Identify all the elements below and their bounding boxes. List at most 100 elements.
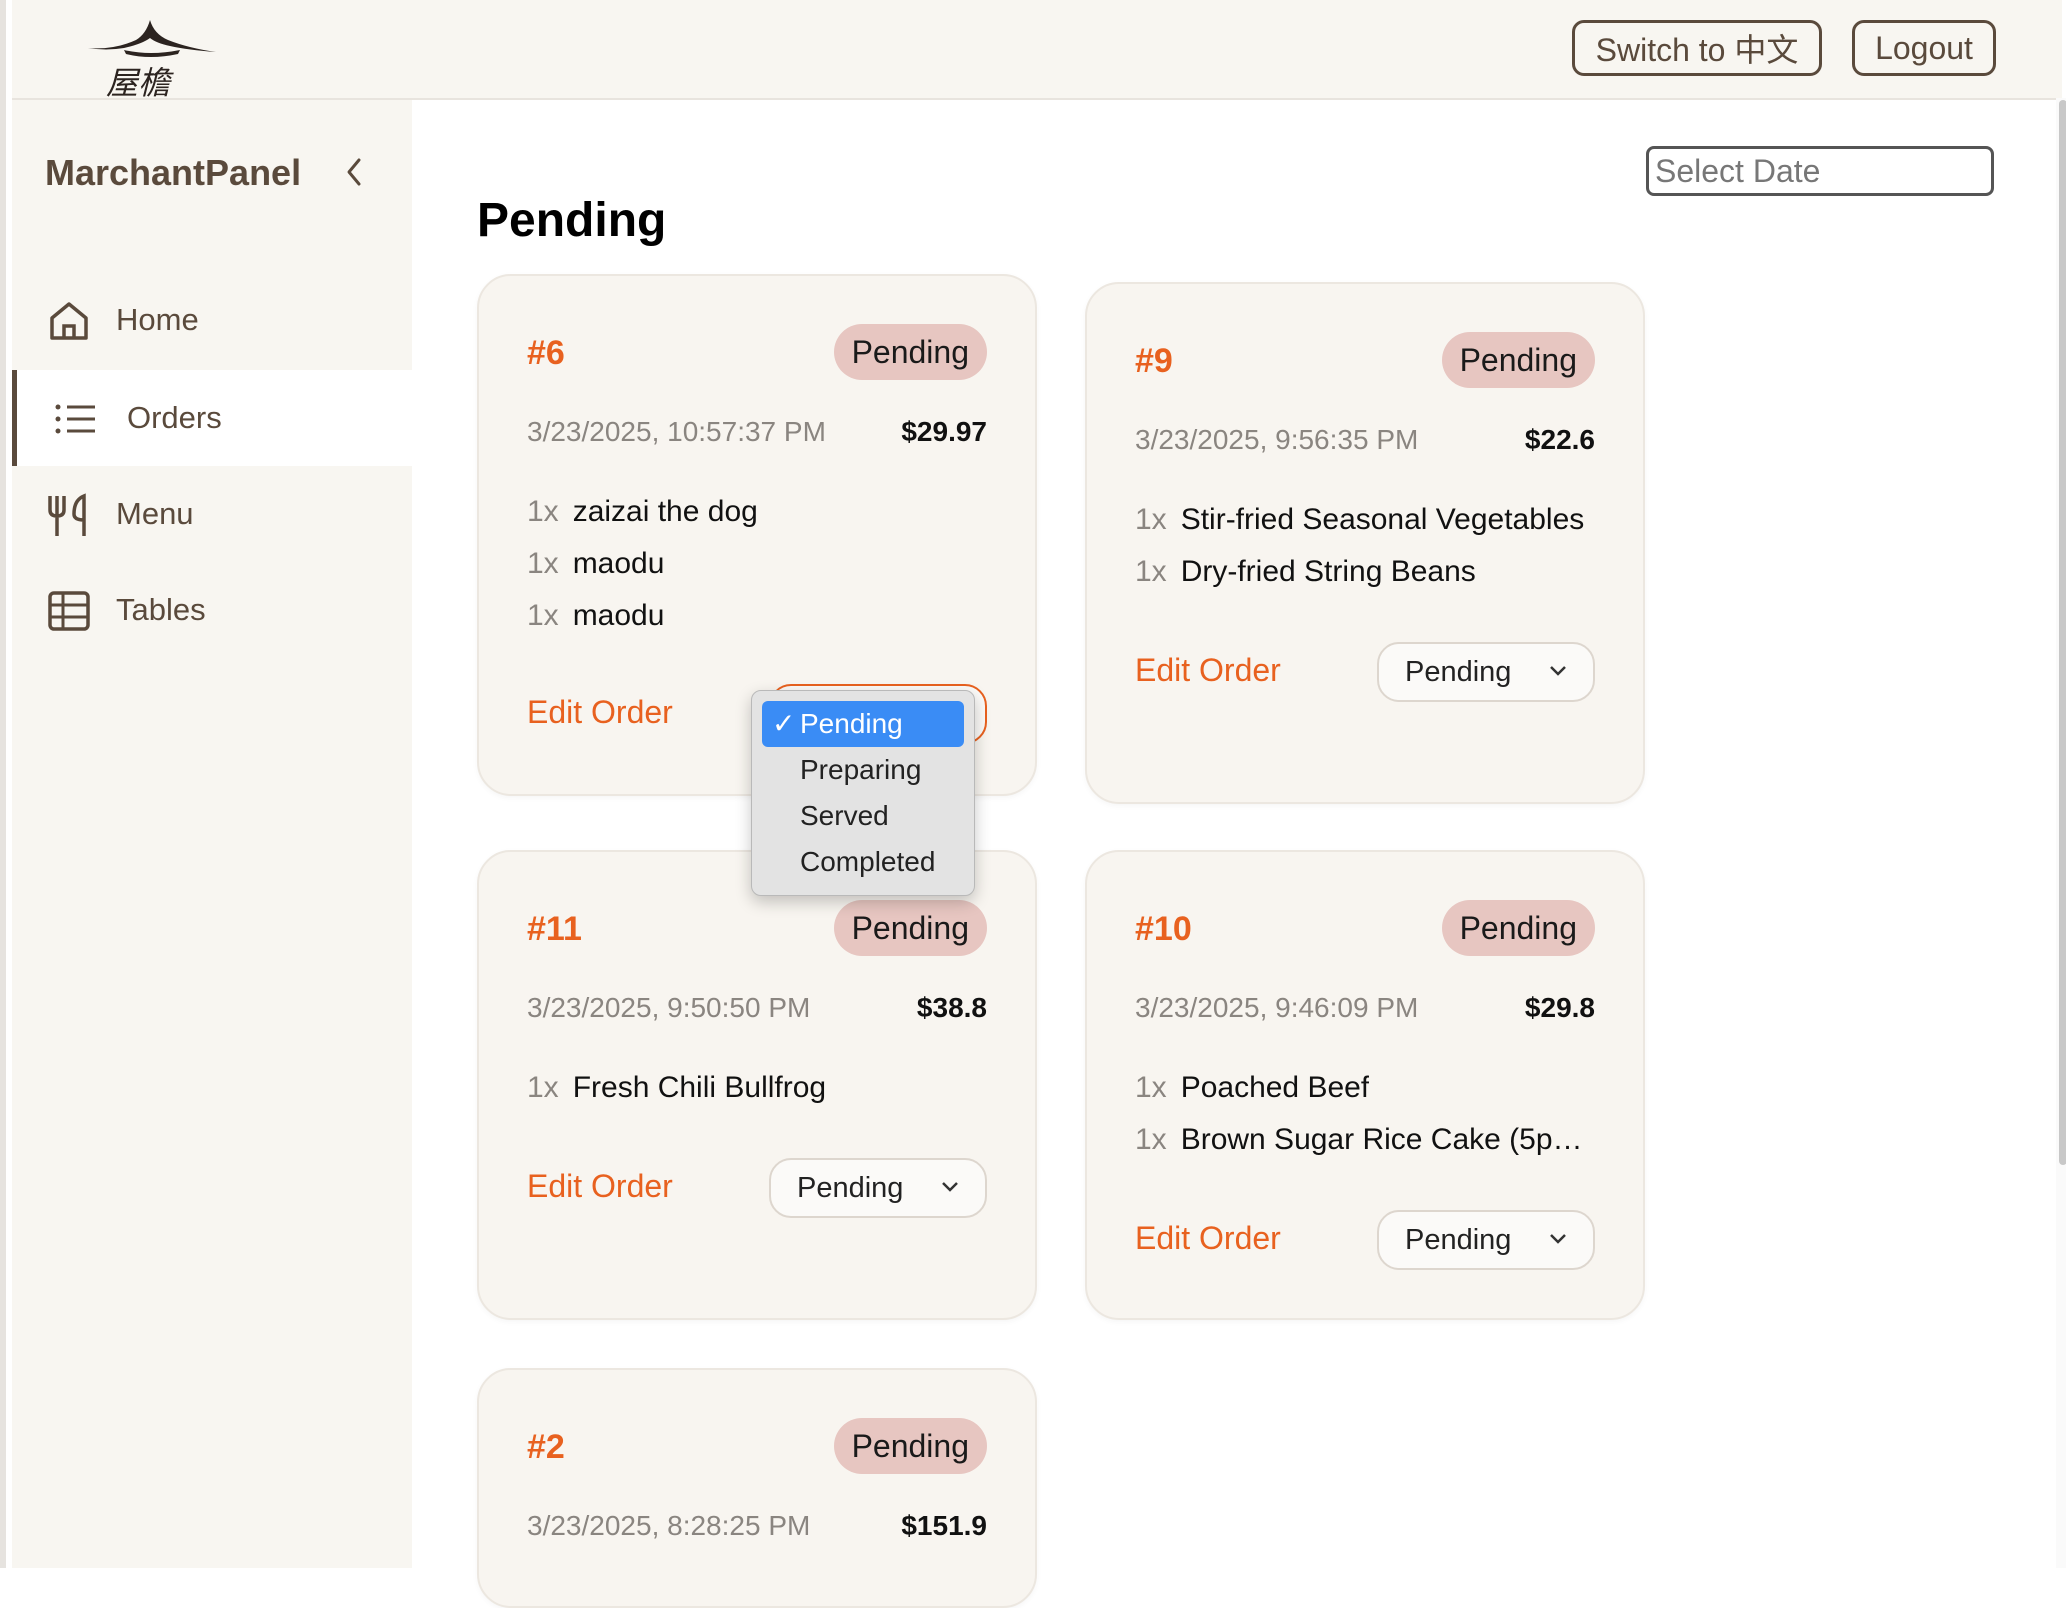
list-item: 1x Poached Beef: [1135, 1062, 1583, 1114]
chevron-down-icon: [1550, 1234, 1566, 1244]
sidebar-item-orders[interactable]: Orders: [12, 370, 412, 466]
edit-order-link[interactable]: Edit Order: [527, 1168, 673, 1205]
chevron-down-icon: [1550, 666, 1566, 676]
order-id: #2: [527, 1428, 565, 1466]
svg-text:屋檐: 屋檐: [106, 64, 174, 100]
status-select[interactable]: Pending: [769, 1158, 987, 1218]
top-header: 屋檐 Switch to 中文 Logout: [12, 0, 2062, 102]
order-id: #11: [527, 910, 582, 948]
order-datetime: 3/23/2025, 10:57:37 PM: [527, 416, 826, 447]
sidebar-item-home[interactable]: Home: [12, 272, 412, 368]
collapse-sidebar-button[interactable]: [337, 152, 373, 192]
order-id: #10: [1135, 910, 1192, 948]
main-content: Pending #6 Pending 3/23/2025, 10:57:37 P…: [412, 100, 2062, 1608]
restaurant-logo: 屋檐: [84, 10, 224, 102]
logout-button[interactable]: Logout: [1852, 20, 1996, 76]
item-qty: 1x: [1135, 555, 1167, 588]
option-label: Completed: [800, 846, 936, 877]
order-card: #11 Pending 3/23/2025, 9:50:50 PM $38.8 …: [477, 850, 1037, 1320]
list-icon: [53, 396, 99, 442]
order-id: #6: [527, 334, 565, 372]
status-dropdown-menu: ✓ Pending Preparing Served Completed: [751, 690, 975, 896]
status-select-value: Pending: [797, 1171, 904, 1204]
order-datetime: 3/23/2025, 9:56:35 PM: [1135, 424, 1419, 455]
date-picker-input[interactable]: [1646, 146, 1994, 196]
order-id: #9: [1135, 342, 1173, 380]
order-items: 1x Stir-fried Seasonal Vegetables 1x Dry-f…: [1135, 494, 1584, 598]
order-items: 1x zaizai the dog 1x maodu 1x maodu: [527, 486, 758, 642]
order-datetime: 3/23/2025, 8:28:25 PM: [527, 1510, 811, 1541]
list-item: 1x Stir-fried Seasonal Vegetables: [1135, 494, 1584, 546]
brand-title: MarchantPanel: [45, 152, 302, 193]
app-frame: 屋檐 Switch to 中文 Logout MarchantPanel Hom…: [0, 0, 2066, 1608]
dropdown-option-served[interactable]: Served: [762, 793, 964, 839]
item-qty: 1x: [527, 547, 559, 580]
sidebar: MarchantPanel Home Orders Menu Tables: [12, 100, 412, 1568]
status-select[interactable]: Pending: [1377, 1210, 1595, 1270]
sidebar-item-menu[interactable]: Menu: [12, 466, 412, 562]
table-icon: [46, 588, 92, 634]
sidebar-item-label: Home: [116, 302, 199, 337]
option-label: Pending: [800, 708, 903, 739]
status-badge: Pending: [833, 900, 987, 956]
edit-order-link[interactable]: Edit Order: [527, 694, 673, 731]
item-qty: 1x: [527, 599, 559, 632]
list-item: 1x maodu: [527, 538, 758, 590]
item-name: Brown Sugar Rice Cake (5p…: [1180, 1123, 1583, 1156]
page-title: Pending: [477, 194, 667, 247]
option-label: Preparing: [800, 754, 922, 785]
item-qty: 1x: [1135, 503, 1167, 536]
list-item: 1x zaizai the dog: [527, 486, 758, 538]
list-item: 1x Brown Sugar Rice Cake (5p…: [1135, 1114, 1583, 1166]
status-badge: Pending: [833, 1418, 987, 1474]
order-datetime: 3/23/2025, 9:46:09 PM: [1135, 992, 1419, 1023]
page-scrollbar[interactable]: [2056, 98, 2066, 1568]
item-name: maodu: [572, 599, 665, 632]
chevron-left-icon: [347, 158, 361, 186]
order-total: $29.97: [901, 416, 987, 447]
order-total: $38.8: [916, 992, 987, 1023]
sidebar-item-label: Tables: [116, 592, 206, 627]
item-qty: 1x: [527, 1071, 559, 1104]
sidebar-item-label: Menu: [116, 496, 194, 531]
edit-order-link[interactable]: Edit Order: [1135, 1220, 1281, 1257]
status-select[interactable]: Pending: [1377, 642, 1595, 702]
item-qty: 1x: [1135, 1071, 1167, 1104]
item-name: Fresh Chili Bullfrog: [572, 1071, 827, 1104]
status-badge: Pending: [833, 324, 987, 380]
dropdown-option-preparing[interactable]: Preparing: [762, 747, 964, 793]
status-select-value: Pending: [1405, 655, 1512, 688]
edit-order-link[interactable]: Edit Order: [1135, 652, 1281, 689]
item-name: Poached Beef: [1180, 1071, 1370, 1104]
dropdown-option-pending[interactable]: ✓ Pending: [762, 701, 964, 747]
order-total: $29.8: [1524, 992, 1595, 1023]
option-label: Served: [800, 800, 889, 831]
status-badge: Pending: [1441, 900, 1595, 956]
order-total: $22.6: [1524, 424, 1595, 455]
order-total: $151.9: [901, 1510, 987, 1541]
home-icon: [46, 298, 92, 344]
switch-language-button[interactable]: Switch to 中文: [1572, 20, 1822, 76]
item-name: maodu: [572, 547, 665, 580]
order-card: #10 Pending 3/23/2025, 9:46:09 PM $29.8 …: [1085, 850, 1645, 1320]
status-badge: Pending: [1441, 332, 1595, 388]
list-item: 1x maodu: [527, 590, 758, 642]
list-item: 1x Dry-fried String Beans: [1135, 546, 1584, 598]
order-datetime: 3/23/2025, 9:50:50 PM: [527, 992, 811, 1023]
chevron-down-icon: [942, 1182, 958, 1192]
item-qty: 1x: [527, 495, 559, 528]
item-qty: 1x: [1135, 1123, 1167, 1156]
list-item: 1x Fresh Chili Bullfrog: [527, 1062, 826, 1114]
item-name: zaizai the dog: [572, 495, 758, 528]
order-card: #9 Pending 3/23/2025, 9:56:35 PM $22.6 1…: [1085, 282, 1645, 804]
item-name: Dry-fried String Beans: [1180, 555, 1476, 588]
order-items: 1x Poached Beef 1x Brown Sugar Rice Cake (…: [1135, 1062, 1583, 1166]
status-select-value: Pending: [1405, 1223, 1512, 1256]
utensils-icon: [46, 492, 92, 538]
order-items: 1x Fresh Chili Bullfrog: [527, 1062, 826, 1114]
checkmark-icon: ✓: [772, 708, 796, 739]
order-card: #2 Pending 3/23/2025, 8:28:25 PM $151.9: [477, 1368, 1037, 1608]
dropdown-option-completed[interactable]: Completed: [762, 839, 964, 885]
sidebar-item-tables[interactable]: Tables: [12, 562, 412, 658]
scrollbar-thumb[interactable]: [2059, 100, 2066, 1165]
